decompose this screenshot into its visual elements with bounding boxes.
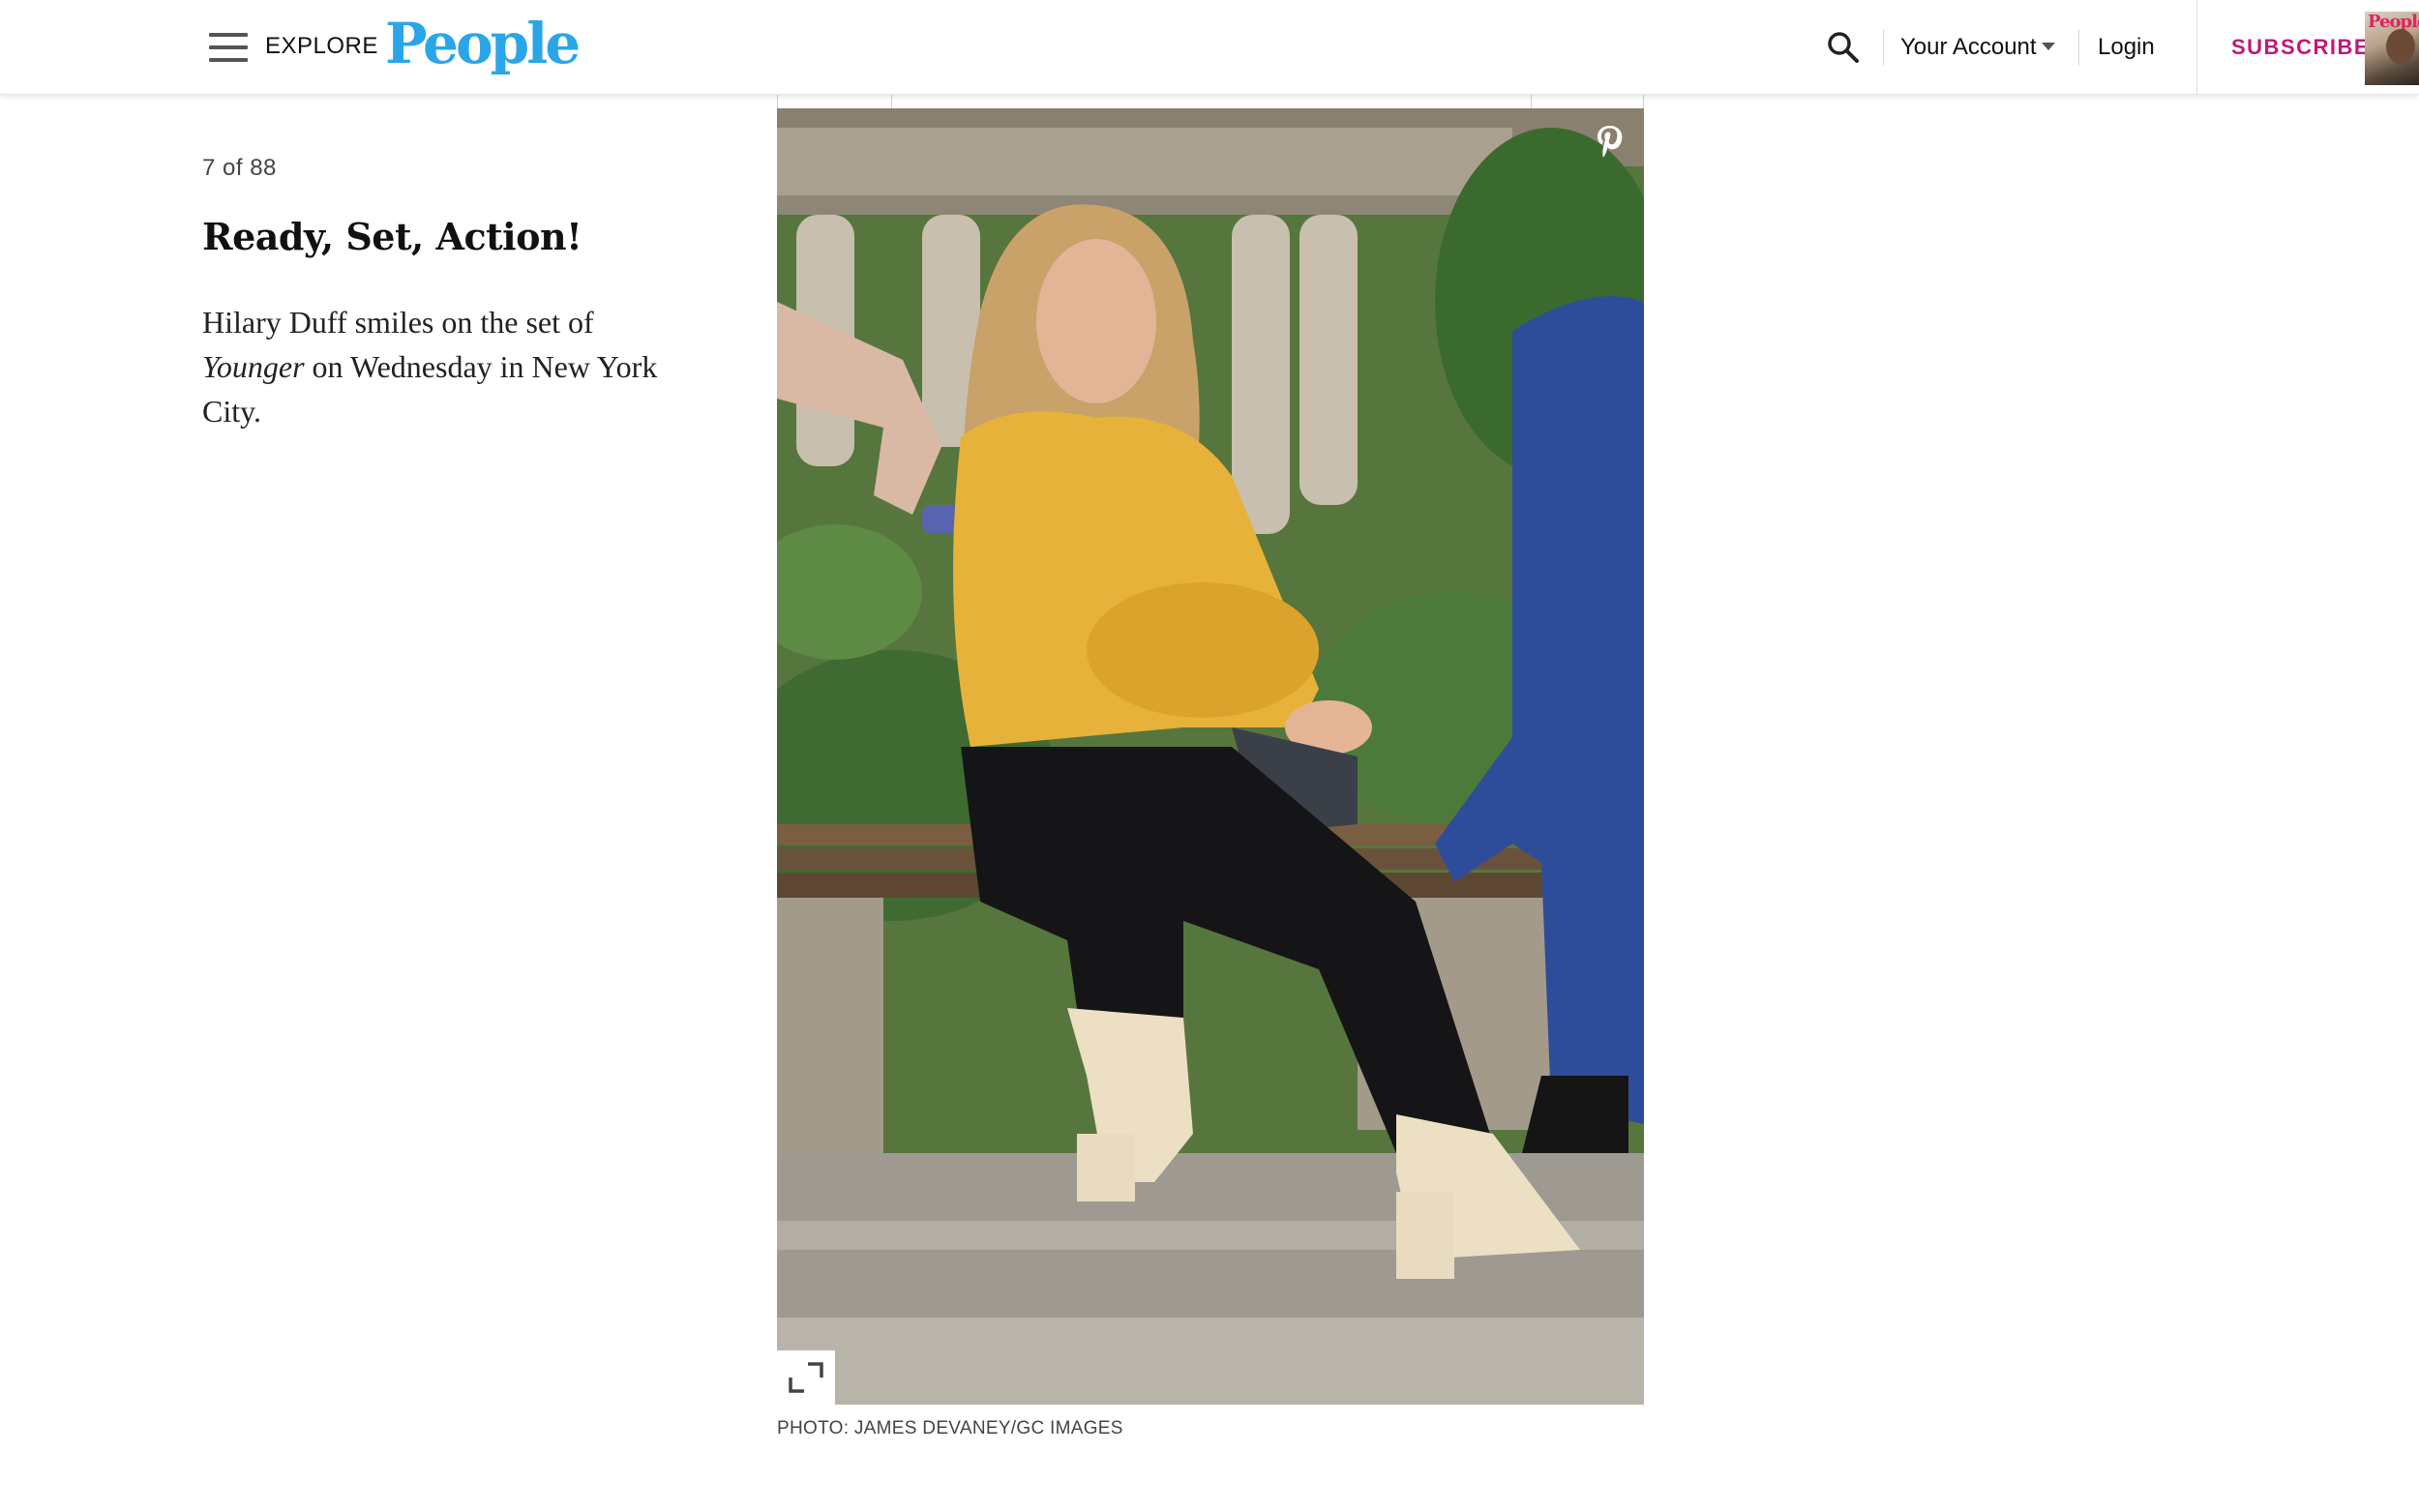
your-account-button[interactable]: Your Account bbox=[1900, 29, 2037, 66]
pinterest-icon[interactable] bbox=[1593, 122, 1628, 161]
magazine-cover-photo bbox=[2386, 29, 2415, 64]
caret-down-icon[interactable] bbox=[2042, 43, 2055, 50]
photo-credit: PHOTO: JAMES DEVANEY/GC IMAGES bbox=[777, 1418, 1123, 1438]
magazine-cover-thumbnail[interactable]: People bbox=[2365, 12, 2419, 85]
search-icon[interactable] bbox=[1825, 29, 1862, 66]
header-divider bbox=[2078, 29, 2079, 66]
people-logo[interactable]: People bbox=[385, 10, 581, 77]
expand-icon[interactable] bbox=[777, 1350, 835, 1405]
magazine-cover-title: People bbox=[2368, 12, 2419, 32]
caption-text: Hilary Duff smiles on the set of bbox=[202, 305, 594, 340]
slide-title: Ready, Set, Action! bbox=[202, 215, 582, 258]
header-divider bbox=[1883, 29, 1884, 66]
login-button[interactable]: Login bbox=[2098, 29, 2155, 66]
explore-button[interactable]: EXPLORE bbox=[265, 29, 378, 64]
header-divider bbox=[2196, 0, 2197, 95]
site-header: EXPLORE People Your Account Login SUBSCR… bbox=[0, 0, 2419, 95]
slide-caption: Hilary Duff smiles on the set of Younger… bbox=[202, 300, 667, 433]
subscribe-button[interactable]: SUBSCRIBE bbox=[2231, 31, 2370, 64]
photo-frame-top bbox=[777, 95, 1644, 108]
gallery-photo bbox=[777, 108, 1644, 1405]
menu-icon[interactable] bbox=[207, 31, 250, 64]
caption-show-name: Younger bbox=[202, 349, 305, 384]
slide-counter: 7 of 88 bbox=[202, 155, 277, 181]
